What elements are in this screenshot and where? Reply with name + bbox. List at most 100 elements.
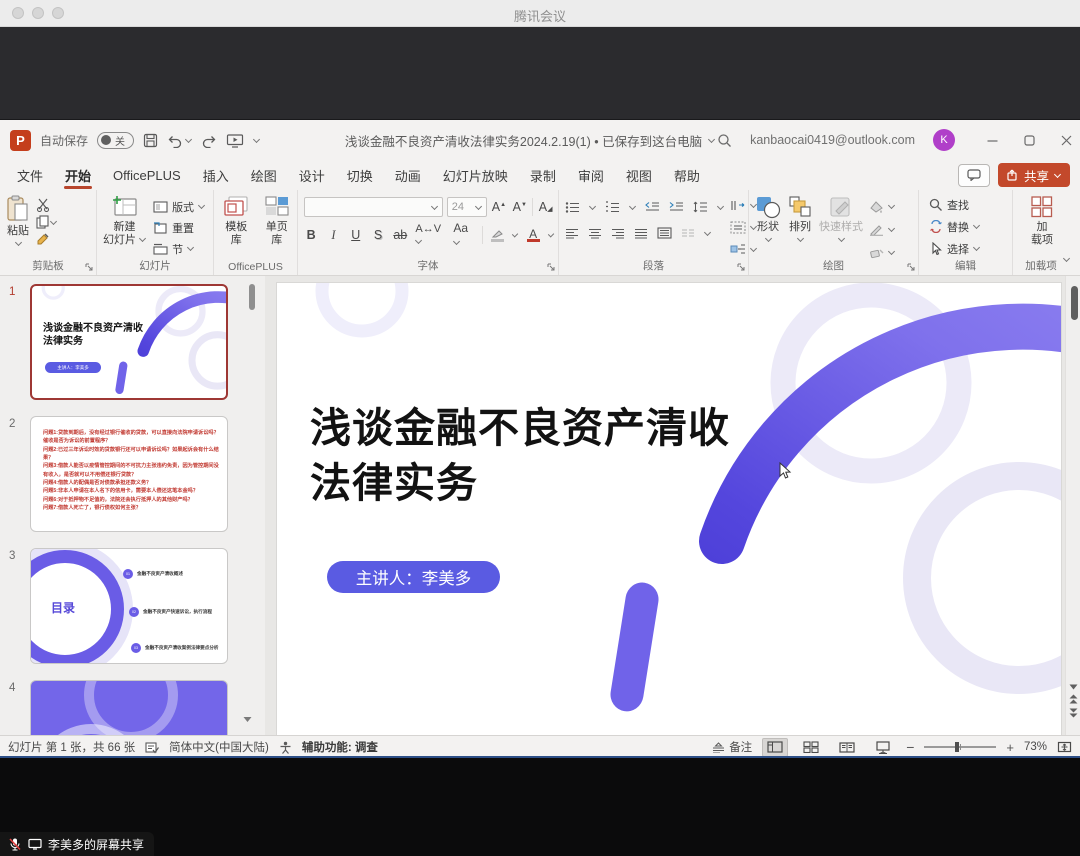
slide-thumbnail-4[interactable] (30, 680, 228, 735)
scroll-down-icon[interactable] (1069, 684, 1078, 690)
quick-styles-button[interactable]: 快速样式 (819, 195, 863, 262)
format-painter-icon[interactable] (36, 232, 51, 246)
account-email[interactable]: kanbaocai0419@outlook.com (750, 133, 915, 147)
addins-button[interactable]: 加载项 (1019, 195, 1065, 246)
tab-transitions[interactable]: 切换 (336, 160, 384, 190)
change-case-button[interactable]: Aa (453, 221, 474, 249)
share-button[interactable]: 共享 (998, 163, 1070, 187)
zoom-in-button[interactable]: + (1006, 740, 1014, 755)
spellcheck-icon[interactable] (145, 741, 159, 754)
fit-to-window-icon[interactable] (1057, 741, 1072, 753)
thumbnail-scroll-down-icon[interactable] (243, 716, 252, 723)
numbering-button[interactable] (605, 201, 620, 213)
slide-thumbnail-2[interactable]: 问题1:贷款到期后，没有经过银行催收的贷款，可以直接向法院申请诉讼吗？催收是否为… (30, 416, 228, 532)
select-button[interactable]: 选择 (929, 239, 1008, 258)
align-center-button[interactable] (588, 228, 602, 239)
start-slideshow-icon[interactable] (226, 133, 244, 148)
cut-icon[interactable] (36, 198, 51, 212)
thumbnail-scrollbar-thumb[interactable] (249, 284, 255, 310)
slide-title[interactable]: 浅谈金融不良资产清收法律实务 (310, 401, 730, 511)
font-size-combo[interactable]: 24 (447, 197, 487, 217)
tab-record[interactable]: 录制 (519, 160, 567, 190)
paragraph-dialog-launcher-icon[interactable] (737, 263, 745, 271)
editor-scrollbar-thumb[interactable] (1071, 286, 1078, 320)
shape-outline-button[interactable] (869, 220, 895, 239)
columns-button[interactable] (657, 227, 672, 239)
search-icon[interactable] (717, 133, 732, 148)
decrease-font-size-button[interactable]: A▼ (511, 200, 528, 214)
reset-button[interactable]: 重置 (153, 218, 205, 237)
shapes-button[interactable]: 形状 (755, 195, 781, 262)
title-dropdown-icon[interactable] (708, 135, 715, 142)
screen-share-indicator[interactable]: 李美多的屏幕共享 (0, 832, 154, 856)
editor-scrollbar[interactable] (1065, 276, 1080, 735)
tab-home[interactable]: 开始 (54, 160, 102, 190)
slideshow-view-button[interactable] (870, 738, 896, 757)
save-icon[interactable] (143, 133, 158, 148)
tab-review[interactable]: 审阅 (567, 160, 615, 190)
powerpoint-logo-icon[interactable]: P (10, 130, 31, 151)
add-remove-columns-button[interactable] (681, 228, 695, 239)
close-icon[interactable] (1061, 135, 1072, 146)
italic-button[interactable]: I (326, 228, 340, 243)
font-color-button[interactable]: A (527, 229, 540, 242)
tab-animations[interactable]: 动画 (384, 160, 432, 190)
maximize-icon[interactable] (1024, 135, 1035, 146)
accessibility-status[interactable]: 辅助功能: 调查 (302, 739, 378, 755)
undo-button[interactable] (167, 133, 192, 148)
tab-officeplus[interactable]: OfficePLUS (102, 160, 192, 190)
template-library-button[interactable]: 模板库 (220, 195, 253, 246)
next-slide-icon[interactable] (1069, 708, 1078, 718)
highlight-color-button[interactable] (491, 229, 504, 242)
text-shadow-button[interactable]: S (371, 228, 385, 242)
tab-help[interactable]: 帮助 (663, 160, 711, 190)
copy-button[interactable] (36, 215, 57, 229)
font-dialog-launcher-icon[interactable] (547, 263, 555, 271)
normal-view-button[interactable] (762, 738, 788, 757)
strikethrough-button[interactable]: ab (393, 228, 407, 242)
tab-view[interactable]: 视图 (615, 160, 663, 190)
account-avatar[interactable]: K (933, 129, 955, 151)
reading-view-button[interactable] (834, 738, 860, 757)
slide-thumbnail-3[interactable]: 目录 01金融不良资产清收概述 02金融不良资产快速诉讼，执行流程 03金融不良… (30, 548, 228, 664)
increase-font-size-button[interactable]: A▲ (491, 200, 508, 214)
bold-button[interactable]: B (304, 228, 318, 242)
single-page-library-button[interactable]: 单页库 (261, 195, 294, 246)
new-slide-button[interactable]: 新建幻灯片 (103, 195, 146, 258)
tab-file[interactable]: 文件 (6, 160, 54, 190)
zoom-level[interactable]: 73% (1024, 741, 1047, 753)
accessibility-icon[interactable] (279, 741, 292, 754)
shape-fill-button[interactable] (869, 197, 895, 216)
language-indicator[interactable]: 简体中文(中国大陆) (169, 739, 269, 755)
slide-canvas[interactable]: 浅谈金融不良资产清收法律实务 主讲人：李美多 (277, 283, 1061, 735)
clear-formatting-button[interactable]: A◢ (537, 200, 554, 214)
slide-thumbnail-1[interactable]: 浅谈金融不良资产清收法律实务 主讲人：李美多 (30, 284, 228, 400)
minimize-icon[interactable] (987, 135, 998, 146)
increase-indent-button[interactable] (669, 201, 684, 213)
tab-slideshow[interactable]: 幻灯片放映 (432, 160, 519, 190)
arrange-button[interactable]: 排列 (787, 195, 813, 262)
tab-insert[interactable]: 插入 (192, 160, 240, 190)
character-spacing-button[interactable]: A↔V (415, 223, 445, 247)
drawing-dialog-launcher-icon[interactable] (907, 263, 915, 271)
quick-access-more-icon[interactable] (253, 135, 260, 142)
layout-button[interactable]: 版式 (153, 197, 205, 216)
line-spacing-button[interactable] (693, 201, 708, 213)
tab-draw[interactable]: 绘图 (240, 160, 288, 190)
bullets-button[interactable] (565, 201, 580, 213)
zoom-out-button[interactable]: − (906, 739, 914, 755)
section-button[interactable]: 节 (153, 239, 205, 258)
underline-button[interactable]: U (349, 228, 363, 242)
zoom-slider[interactable] (924, 746, 996, 748)
align-left-button[interactable] (565, 228, 579, 239)
find-button[interactable]: 查找 (929, 195, 1008, 214)
font-name-combo[interactable] (304, 197, 443, 217)
previous-slide-icon[interactable] (1069, 694, 1078, 704)
zoom-slider-thumb[interactable] (955, 742, 959, 752)
undo-dropdown-icon[interactable] (185, 135, 192, 142)
replace-button[interactable]: 替换 (929, 217, 1008, 236)
comments-button[interactable] (958, 164, 990, 187)
align-right-button[interactable] (611, 228, 625, 239)
paste-button[interactable]: 粘贴 (6, 195, 30, 247)
decrease-indent-button[interactable] (645, 201, 660, 213)
